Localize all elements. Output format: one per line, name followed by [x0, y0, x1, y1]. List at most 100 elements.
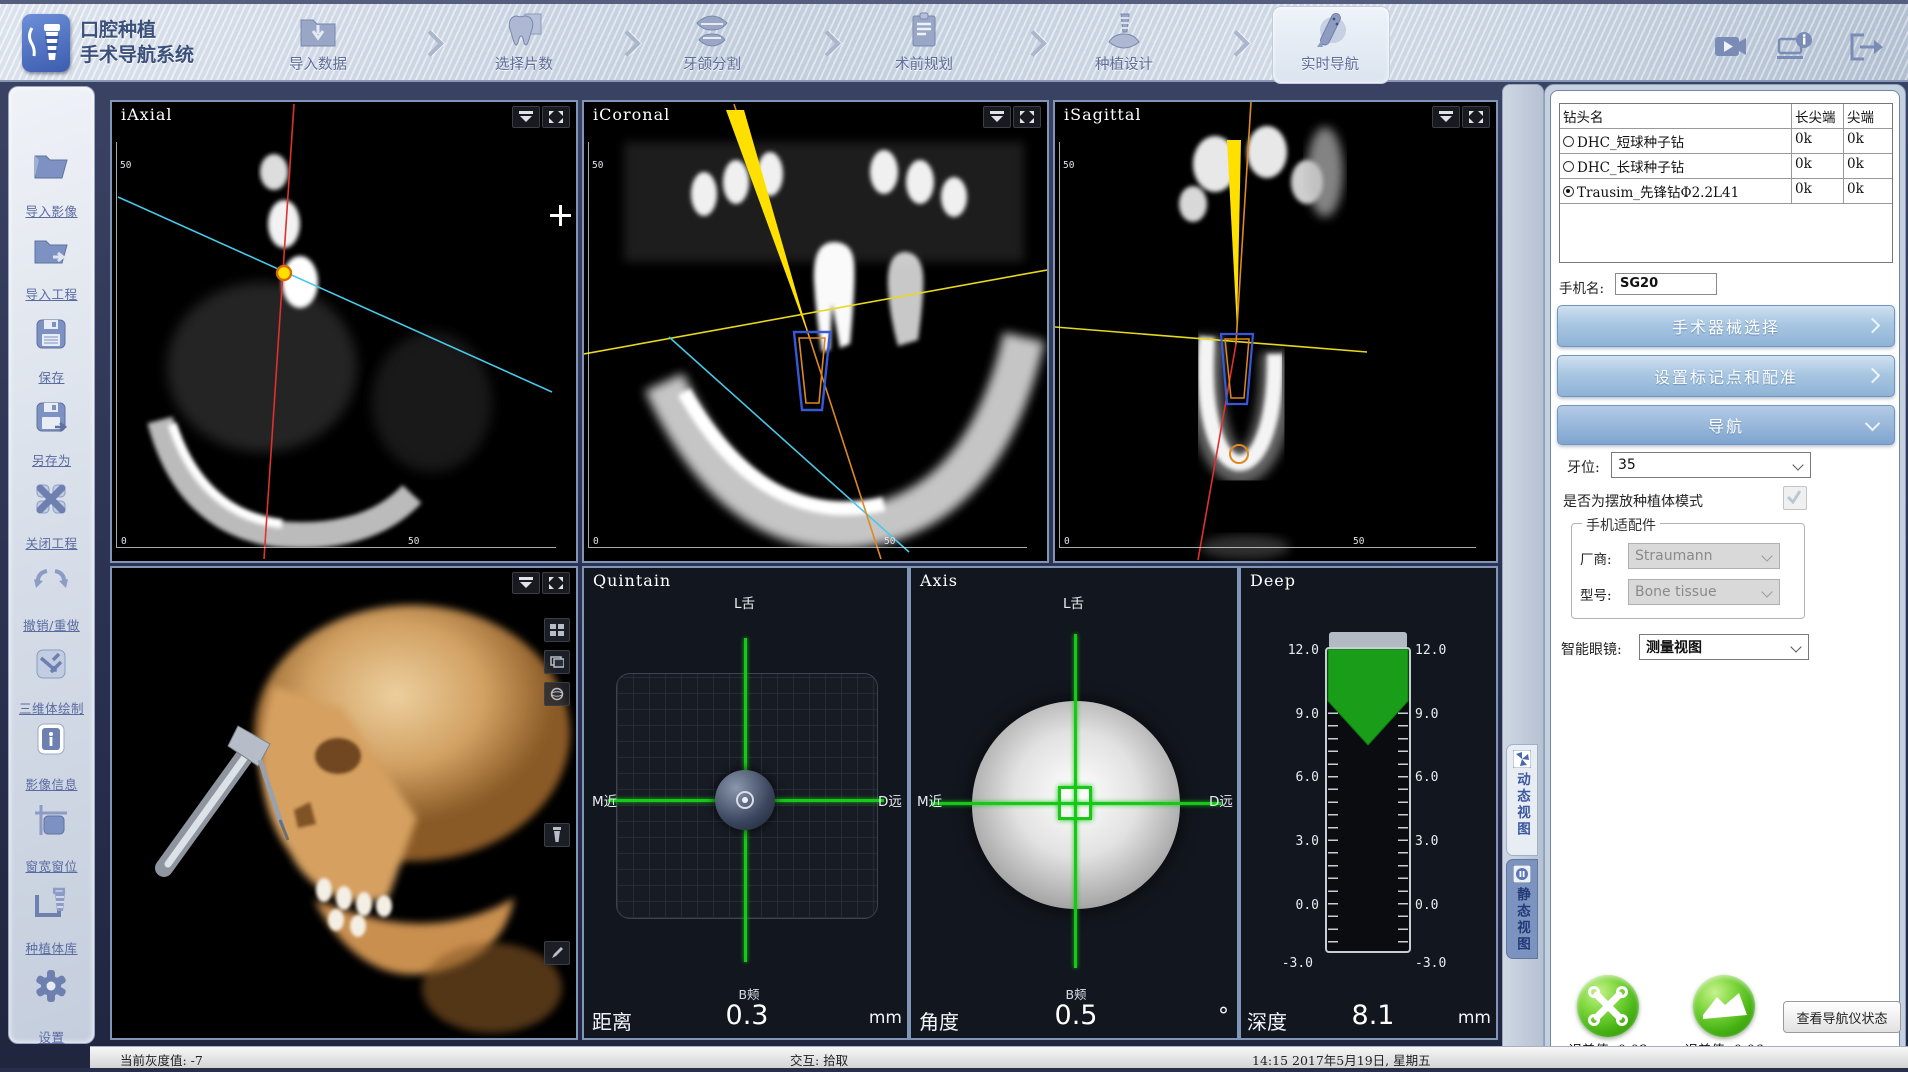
placement-mode-checkbox[interactable] [1783, 486, 1807, 510]
tooth-position-select[interactable]: 35 [1611, 452, 1811, 478]
window-level-icon[interactable] [31, 801, 71, 841]
step-chevron-icon [417, 30, 444, 57]
placement-mode-label: 是否为摆放种植体模式 [1563, 491, 1703, 511]
implant-library-icon[interactable] [31, 883, 71, 923]
smart-glasses-select[interactable]: 测量视图 [1639, 634, 1809, 660]
dynamic-view-icon [1513, 750, 1531, 768]
sidebar-item-window-level[interactable]: 窗宽窗位 [9, 856, 94, 875]
select-slices-icon [501, 10, 547, 52]
navigation-section-header[interactable]: 导航 [1557, 405, 1895, 445]
viewport-coronal[interactable]: iCoronal [582, 100, 1049, 563]
panel-axis: Axis L舌 M近 D远 B颊 角度 0.5 ° [909, 566, 1239, 1040]
scale-label: 3.0 [1415, 834, 1457, 849]
fullscreen-button[interactable] [542, 106, 570, 128]
sidebar-item-import-image[interactable]: 导入影像 [9, 201, 94, 220]
step-implant-design[interactable]: 种植设计 [1064, 10, 1184, 74]
handpiece-calibration-button[interactable] [1693, 975, 1755, 1037]
fullscreen-button[interactable] [1462, 106, 1490, 128]
sidebar-item-image-info[interactable]: 影像信息 [9, 774, 94, 793]
app-window: 口腔种植 手术导航系统 导入数据 选择片数 牙颌分 [0, 0, 1908, 1072]
gray-value-readout: 当前灰度值: -7 [120, 1050, 203, 1069]
step-preop-planning[interactable]: 术前规划 [864, 10, 984, 74]
coronal-ct-image [584, 102, 1047, 561]
panel-deep: Deep 12.0 9.0 6.0 3.0 0.0 -3.0 12.0 9.0 … [1239, 566, 1498, 1040]
tool-calibration-button[interactable] [1577, 975, 1639, 1037]
layout-menu-button[interactable] [983, 106, 1011, 128]
sidebar-item-close-project[interactable]: 关闭工程 [9, 533, 94, 552]
step-label: 种植设计 [1064, 53, 1184, 74]
viewport-sagittal[interactable]: iSagittal [1053, 100, 1498, 563]
panel-title: Deep [1250, 571, 1296, 590]
scale-label: 12.0 [1415, 643, 1457, 658]
ruler-label: 50 [120, 160, 131, 171]
layout-menu-button[interactable] [512, 106, 540, 128]
handpiece-name-label: 手机名: [1559, 277, 1604, 297]
sidebar-item-implant-library[interactable]: 种植体库 [9, 938, 94, 957]
drill-row[interactable]: DHC_长球种子钻 0k 0k [1560, 154, 1892, 179]
volume-render-icon[interactable] [31, 644, 71, 684]
smart-glasses-label: 智能眼镜: [1561, 639, 1622, 659]
step-import-data[interactable]: 导入数据 [258, 10, 378, 74]
sidebar-item-volume-render[interactable]: 三维体绘制 [9, 698, 94, 717]
viewport-3d-volume[interactable] [110, 566, 578, 1040]
direction-label-distal: D远 [878, 790, 902, 810]
annotate-button[interactable] [544, 941, 570, 965]
sidebar-item-import-project[interactable]: 导入工程 [9, 284, 94, 303]
sidebar-item-save-as[interactable]: 另存为 [9, 450, 94, 469]
vertical-ruler [116, 142, 117, 547]
direction-label-lingual: L舌 [1063, 592, 1084, 612]
direction-label-mesial: M近 [592, 790, 617, 810]
layout-menu-button[interactable] [512, 572, 540, 594]
folder-open-icon[interactable] [31, 146, 71, 186]
mouse-cursor-crosshair [550, 205, 571, 226]
vendor-select[interactable]: Straumann [1628, 543, 1780, 569]
tab-static-view[interactable]: 静态视图 [1506, 859, 1538, 959]
sidebar-item-settings[interactable]: 设置 [9, 1027, 94, 1046]
save-as-icon[interactable] [31, 397, 71, 437]
drill-row-selected[interactable]: Trausim_先锋钻Φ2.2L41 0k 0k [1560, 179, 1892, 204]
viewport-axial[interactable]: iAxial [110, 100, 578, 563]
step-label: 牙颌分割 [652, 53, 772, 74]
system-info-icon [1776, 30, 1814, 64]
undo-redo-icon[interactable] [31, 561, 71, 601]
step-realtime-navigation[interactable]: 实时导航 [1270, 10, 1390, 74]
video-record-button[interactable] [1712, 30, 1750, 64]
column-header-tip: 尖端 [1844, 104, 1892, 128]
model-select[interactable]: Bone tissue [1628, 579, 1780, 605]
system-info-button[interactable] [1776, 30, 1814, 64]
sphere-view-button[interactable] [544, 682, 570, 706]
slice-planes-button[interactable] [544, 650, 570, 674]
navigator-status-button[interactable]: 查看导航仪状态 [1783, 1001, 1901, 1033]
step-jaw-segmentation[interactable]: 牙颌分割 [652, 10, 772, 74]
registration-button[interactable]: 设置标记点和配准 [1557, 355, 1895, 397]
column-header-drill-name: 钻头名 [1560, 104, 1792, 128]
close-project-icon[interactable] [31, 479, 71, 519]
scale-label: 9.0 [1277, 707, 1319, 722]
tab-dynamic-view[interactable]: 动态视图 [1506, 744, 1538, 856]
direction-label-lingual: L舌 [734, 592, 755, 612]
expand-icon [1019, 110, 1035, 124]
adapter-group-title: 手机适配件 [1582, 515, 1660, 535]
layout-grid-button[interactable] [544, 618, 570, 642]
exit-button[interactable] [1846, 30, 1884, 64]
import-data-icon [295, 10, 341, 52]
settings-gear-icon[interactable] [31, 966, 71, 1006]
show-implant-button[interactable] [544, 823, 570, 847]
panel-quintain: Quintain L舌 M近 D远 B颊 距离 0.3 mm [582, 566, 909, 1040]
image-info-icon[interactable] [31, 719, 71, 759]
sidebar-item-save[interactable]: 保存 [9, 367, 94, 386]
folder-import-icon[interactable] [31, 231, 71, 271]
fullscreen-button[interactable] [1013, 106, 1041, 128]
drill-radio[interactable] [1563, 136, 1574, 147]
drill-radio[interactable] [1563, 161, 1574, 172]
handpiece-name-field[interactable]: SG20 [1615, 273, 1717, 295]
save-icon[interactable] [31, 314, 71, 354]
step-select-slices[interactable]: 选择片数 [464, 10, 584, 74]
sidebar-item-undo-redo[interactable]: 撤销/重做 [9, 615, 94, 634]
drill-radio-selected[interactable] [1563, 186, 1574, 197]
view-mode-strip: 动态视图 静态视图 [1502, 84, 1544, 1062]
instrument-select-button[interactable]: 手术器械选择 [1557, 305, 1895, 347]
layout-menu-button[interactable] [1432, 106, 1460, 128]
fullscreen-button[interactable] [542, 572, 570, 594]
drill-row[interactable]: DHC_短球种子钻 0k 0k [1560, 129, 1892, 154]
